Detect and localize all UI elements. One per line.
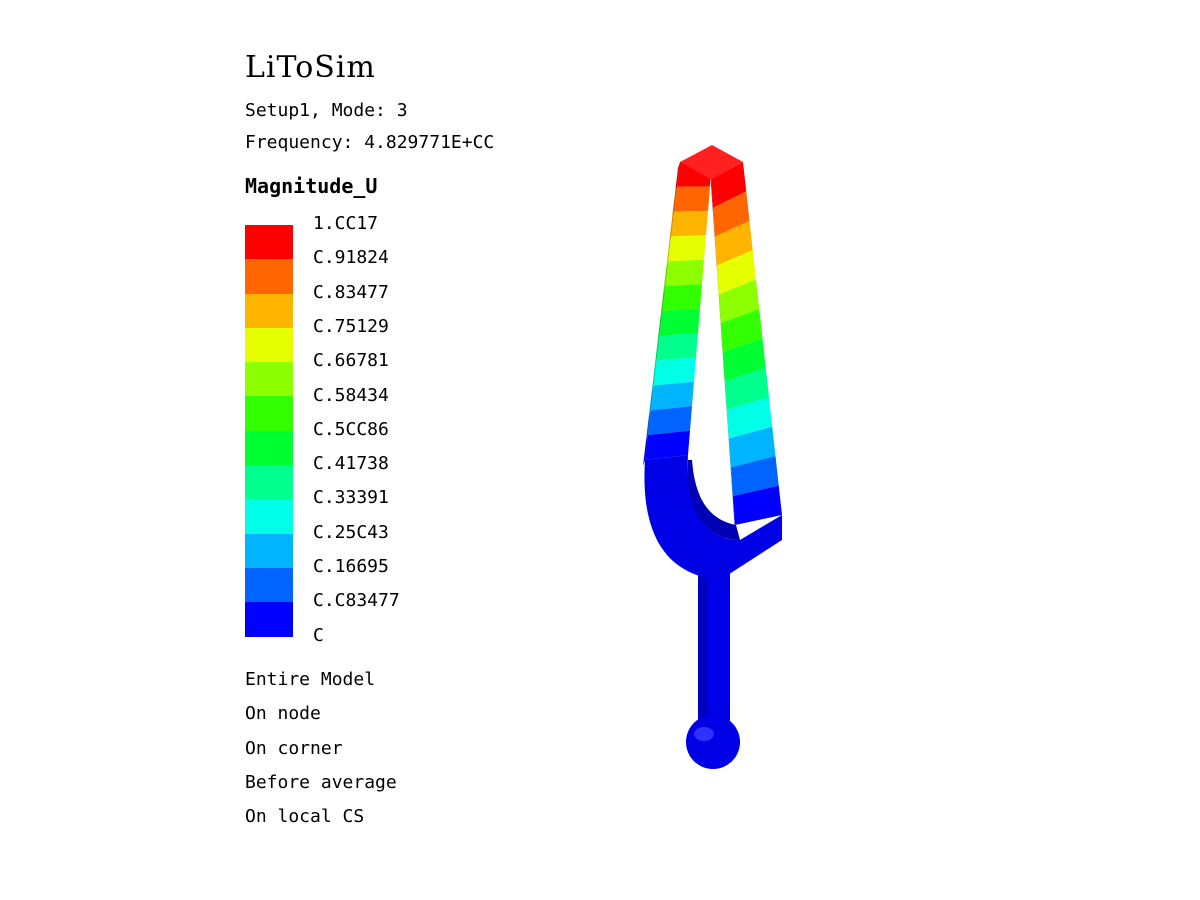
color-legend-bar [245,225,293,637]
result-option-item: Before average [245,771,397,793]
result-field-name: Magnitude_U [245,174,378,198]
legend-swatch [245,430,293,466]
legend-swatch [245,533,293,568]
fork-right-prong [711,162,782,531]
prong-band [671,210,708,237]
legend-label: C.66781 [313,350,389,372]
legend-label: C [313,624,324,646]
fork-left-prong [643,162,712,466]
legend-swatch [245,259,293,294]
result-option-item: On local CS [245,806,365,828]
fork-ball [686,715,740,769]
legend-label: C.33391 [313,487,389,509]
legend-label: C.83477 [313,281,389,303]
legend-swatch [245,602,293,637]
legend-label: C.91824 [313,247,389,269]
frequency-label: Frequency: 4.829771E+CC [245,132,495,153]
legend-label: C.58434 [313,384,389,406]
result-options-list: Entire Model On node On corner Before avera… [245,668,397,839]
prong-band [662,284,702,311]
result-option-item: On corner [245,737,343,759]
app-title: LiToSim [245,50,376,85]
legend-swatch [245,567,293,603]
result-option-item: Entire Model [245,669,376,690]
prong-band [653,357,696,386]
prong-band [650,381,694,411]
legend-label: C.16695 [313,556,389,577]
legend-swatch [245,327,293,363]
legend-label: C.C83477 [313,590,400,612]
prong-band [647,406,692,436]
prong-band [674,186,710,212]
fork-ball-highlight [694,727,714,741]
legend-label: 1.CC17 [313,213,379,234]
tuning-fork-model [643,145,782,769]
prong-band [659,308,700,336]
setup-mode-label: Setup1, Mode: 3 [245,100,408,121]
prong-band [656,332,698,361]
legend-swatch [245,362,293,397]
legend-swatch [245,499,293,534]
legend-label: C.41738 [313,453,389,475]
legend-label: C.75129 [313,315,389,337]
prong-band [665,259,704,287]
legend-swatch [245,293,293,328]
legend-label: C.5CC86 [313,418,389,440]
legend-swatch [245,396,293,431]
prong-band [668,235,706,262]
legend-swatch [245,465,293,500]
legend-label: C.25C43 [313,521,389,543]
result-option-item: On node [245,703,321,725]
legend-swatch [245,225,293,260]
